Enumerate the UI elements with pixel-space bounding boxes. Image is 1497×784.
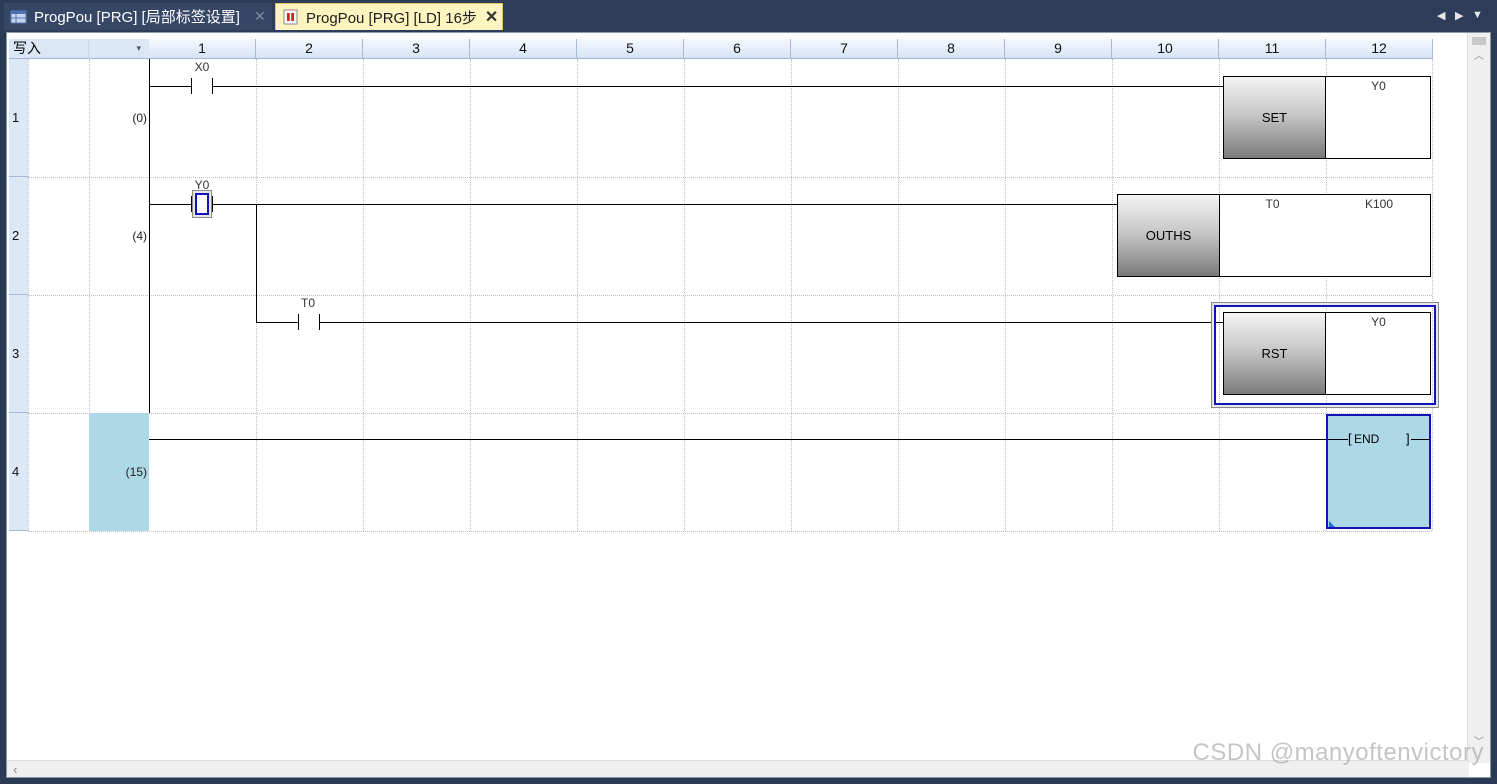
close-icon[interactable]: ✕ bbox=[485, 7, 498, 27]
no-contact-t0[interactable] bbox=[298, 314, 320, 330]
scroll-thumb[interactable] bbox=[1472, 37, 1486, 45]
rung-wire bbox=[149, 204, 191, 205]
row-header[interactable]: 3 bbox=[9, 295, 28, 413]
watermark: CSDN @manyoftenvictory bbox=[1192, 739, 1484, 766]
rung-wire bbox=[320, 322, 1224, 323]
left-power-rail bbox=[149, 59, 150, 413]
cell-selection bbox=[1214, 305, 1436, 405]
rung-wire bbox=[1328, 439, 1348, 440]
branch-wire bbox=[256, 204, 257, 323]
grid-line bbox=[28, 295, 1432, 296]
scroll-left-icon[interactable]: ◀ bbox=[1437, 9, 1445, 22]
contact-operand: Y0 bbox=[194, 178, 210, 192]
chevron-left-icon[interactable]: ‹ bbox=[13, 762, 17, 777]
tab-local-label-settings[interactable]: ProgPou [PRG] [局部标签设置] bbox=[4, 3, 272, 30]
close-icon[interactable]: ✕ bbox=[254, 8, 266, 25]
step-number: (0) bbox=[132, 111, 147, 125]
instruction-name: OUTHS bbox=[1118, 195, 1220, 276]
instruction-operand: Y0 bbox=[1371, 79, 1386, 93]
ouths-instruction[interactable]: OUTHS T0 K100 bbox=[1117, 194, 1431, 277]
mode-indicator: 写入 bbox=[9, 39, 89, 59]
contact-operand: X0 bbox=[194, 60, 210, 74]
rung-wire bbox=[213, 86, 1224, 87]
tab-label: ProgPou [PRG] [局部标签设置] bbox=[34, 9, 240, 26]
step-number: (15) bbox=[125, 465, 147, 479]
rung-wire bbox=[256, 322, 298, 323]
column-header: 3 bbox=[363, 39, 470, 59]
row-header[interactable]: 4 bbox=[9, 413, 28, 531]
grid-line bbox=[1432, 59, 1433, 531]
column-header: 4 bbox=[470, 39, 577, 59]
end-bracket: [ bbox=[1348, 431, 1352, 446]
ladder-editor[interactable]: 写入 ▾ 1 2 3 4 5 6 7 8 9 10 11 12 1 2 3 4 … bbox=[6, 32, 1491, 778]
column-header: 7 bbox=[791, 39, 898, 59]
rung-wire bbox=[213, 204, 1117, 205]
rung-wire bbox=[1411, 439, 1429, 440]
rung-wire bbox=[149, 86, 191, 87]
instruction-operand: T0 bbox=[1265, 197, 1280, 211]
cursor-selection bbox=[195, 193, 209, 215]
column-header: 12 bbox=[1326, 39, 1433, 59]
column-header: 10 bbox=[1112, 39, 1219, 59]
chevron-up-icon[interactable]: ︿ bbox=[1474, 47, 1484, 62]
vertical-scrollbar[interactable]: ︿ ﹀ bbox=[1467, 33, 1490, 763]
contact-operand: T0 bbox=[300, 296, 315, 310]
rung-wire bbox=[149, 439, 1326, 440]
column-header: 2 bbox=[256, 39, 363, 59]
tab-ladder-program[interactable]: ProgPou [PRG] [LD] 16步 ✕ bbox=[275, 3, 503, 30]
table-icon bbox=[10, 9, 28, 25]
column-header: 6 bbox=[684, 39, 791, 59]
ladder-icon bbox=[282, 9, 300, 25]
instruction-name: SET bbox=[1224, 77, 1326, 158]
end-bracket: ] bbox=[1406, 431, 1410, 446]
tab-list-dropdown-icon[interactable]: ▼ bbox=[1472, 9, 1483, 21]
grid-line bbox=[28, 531, 1432, 532]
no-contact-x0[interactable] bbox=[191, 78, 213, 94]
cell-corner-marker bbox=[1329, 521, 1335, 527]
column-header: 1 bbox=[149, 39, 256, 59]
end-instruction-label: END bbox=[1354, 432, 1380, 446]
column-header: 5 bbox=[577, 39, 684, 59]
set-instruction[interactable]: SET Y0 bbox=[1223, 76, 1431, 159]
grid-line bbox=[28, 177, 1432, 178]
grid-line bbox=[28, 413, 1432, 414]
column-header: 9 bbox=[1005, 39, 1112, 59]
column-header: 11 bbox=[1219, 39, 1326, 59]
row-header[interactable]: 1 bbox=[9, 59, 28, 177]
scroll-right-icon[interactable]: ▶ bbox=[1455, 9, 1463, 22]
mode-dropdown-icon[interactable]: ▾ bbox=[89, 39, 149, 59]
column-header: 8 bbox=[898, 39, 1005, 59]
tab-label: ProgPou [PRG] [LD] 16步 bbox=[306, 9, 477, 27]
row-header[interactable]: 2 bbox=[9, 177, 28, 295]
document-tab-bar: ProgPou [PRG] [局部标签设置] ✕ ProgPou [PRG] [… bbox=[0, 0, 1497, 32]
step-number: (4) bbox=[132, 229, 147, 243]
instruction-operand: K100 bbox=[1364, 197, 1394, 211]
